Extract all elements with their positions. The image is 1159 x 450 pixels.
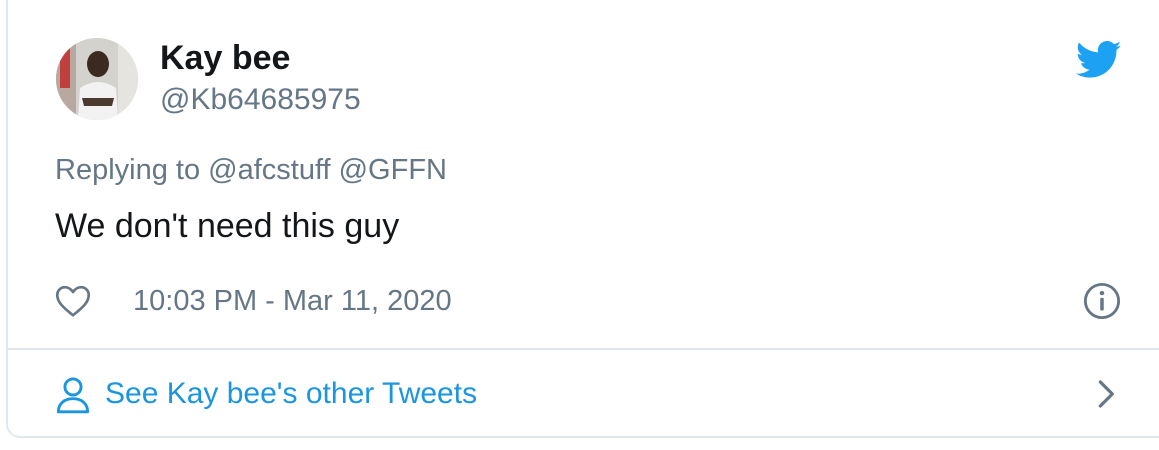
author-display-name[interactable]: Kay bee — [160, 38, 290, 78]
twitter-bird-icon[interactable] — [1076, 40, 1122, 80]
user-icon — [56, 377, 90, 414]
avatar[interactable] — [56, 38, 138, 120]
replying-to: Replying to @afcstuff @GFFN — [55, 152, 447, 188]
avatar-photo — [56, 38, 138, 120]
see-other-tweets-link[interactable]: See Kay bee's other Tweets — [55, 372, 1125, 416]
chevron-right-icon[interactable] — [1095, 378, 1119, 410]
tweet-text: We don't need this guy — [55, 207, 400, 245]
tweet-card: Kay bee @Kb64685975 Replying to @afcstuf… — [6, 0, 1159, 438]
heart-icon[interactable] — [55, 284, 91, 318]
reply-prefix: Replying to — [55, 154, 201, 186]
tweet-timestamp[interactable]: 10:03 PM - Mar 11, 2020 — [133, 282, 452, 320]
tweet-meta-row: 10:03 PM - Mar 11, 2020 — [55, 280, 1135, 322]
divider — [8, 348, 1159, 350]
reply-mentions[interactable]: @afcstuff @GFFN — [208, 154, 447, 186]
author-handle[interactable]: @Kb64685975 — [160, 82, 361, 118]
see-other-tweets-label[interactable]: See Kay bee's other Tweets — [105, 374, 477, 414]
info-icon[interactable] — [1083, 282, 1121, 320]
